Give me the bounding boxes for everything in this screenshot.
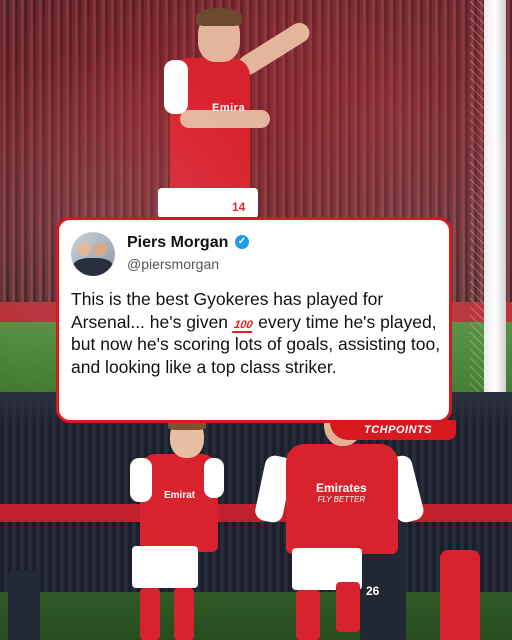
shirt-sponsor: Emirat: [164, 490, 196, 501]
shirt-sponsor: Emira: [212, 102, 246, 114]
left-celebrating-player: Emirat: [118, 416, 228, 640]
goal-net: [470, 0, 484, 392]
background-player: [440, 550, 480, 640]
author-name[interactable]: Piers Morgan: [127, 234, 228, 252]
pitch: [0, 592, 512, 640]
author-handle[interactable]: @piersmorgan: [127, 256, 219, 272]
background-player: [8, 570, 40, 640]
verified-badge-icon: ✓: [235, 235, 249, 249]
goal-post: [484, 0, 506, 392]
tweet-text: This is the best Gyokeres has played for…: [71, 289, 441, 377]
celebrating-player: Emira 14: [150, 0, 320, 230]
shirt-sponsor: Emirates FLY BETTER: [316, 481, 367, 504]
tweet-card[interactable]: Piers Morgan ✓ @piersmorgan This is the …: [56, 217, 452, 423]
hundred-points-emoji-icon: 100: [231, 318, 255, 333]
source-watermark-badge: TCHPOINTS: [330, 420, 456, 440]
author-avatar[interactable]: [71, 232, 115, 276]
shirt-number: 14: [232, 200, 246, 214]
